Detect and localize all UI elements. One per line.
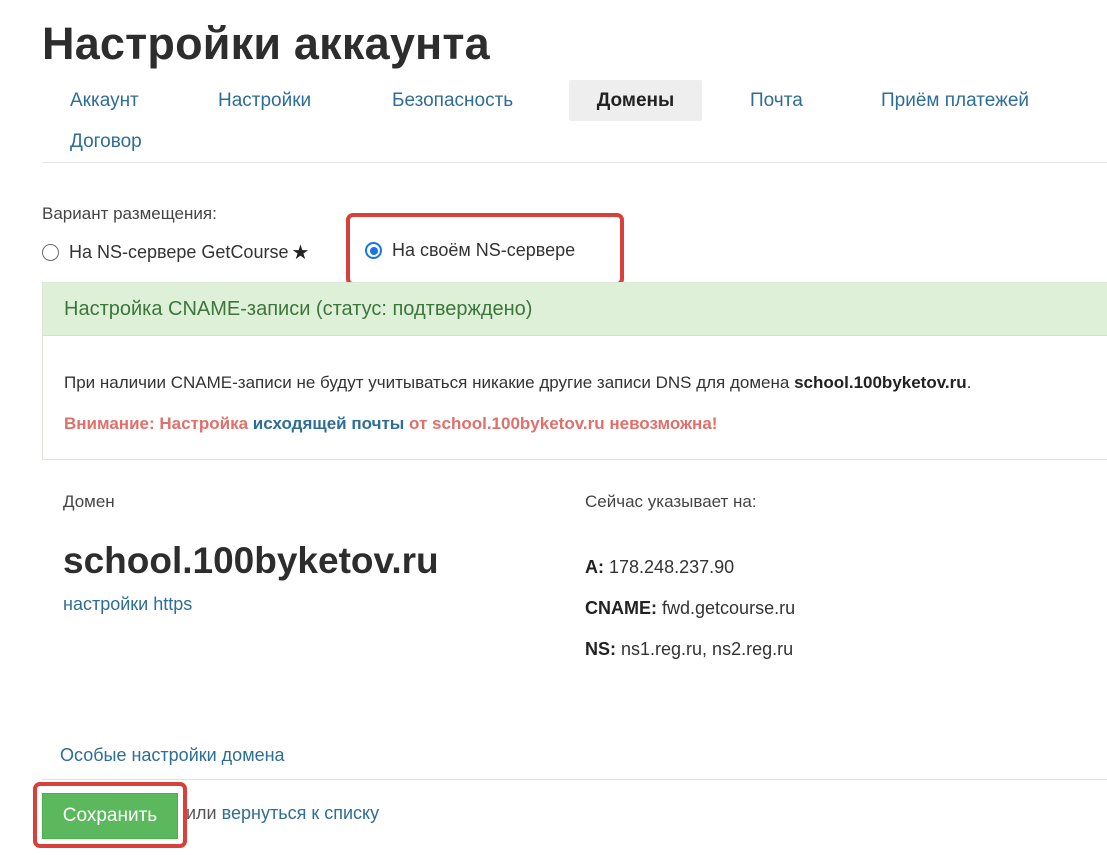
back-to-list-link[interactable]: вернуться к списку [222,803,379,823]
dns-record-value: fwd.getcourse.ru [662,598,796,618]
tab-settings[interactable]: Настройки [190,80,339,121]
footer-divider [42,779,1107,780]
outgoing-mail-link[interactable]: исходящей почты [253,414,405,433]
https-settings-link[interactable]: настройки https [63,594,192,615]
placement-label: Вариант размещения: [42,204,217,223]
dns-record-type: CNAME: [585,598,657,618]
points-to-label: Сейчас указывает на: [585,492,757,511]
tab-security[interactable]: Безопасность [364,80,541,121]
tab-mail[interactable]: Почта [722,80,831,121]
dns-record-cname: CNAME: fwd.getcourse.ru [585,598,795,619]
radio-option-getcourse-ns[interactable]: На NS-сервере GetCourse ★ [42,240,309,265]
radio-getcourse-ns-label: На NS-сервере GetCourse [69,242,289,262]
domain-label: Домен [63,492,115,511]
tab-payments[interactable]: Приём платежей [853,80,1057,121]
tab-domains[interactable]: Домены [569,80,702,121]
cname-info-prefix: При наличии CNAME-записи не будут учитыв… [64,373,790,392]
cname-panel: Настройка CNAME-записи (статус: подтверж… [42,282,1107,460]
star-icon: ★ [291,242,310,264]
tab-contract[interactable]: Договор [42,121,170,162]
domain-name: school.100byketov.ru [63,540,439,581]
radio-getcourse-ns[interactable] [42,244,59,261]
back-row: или вернуться к списку [186,803,379,824]
tab-bar: Аккаунт Настройки Безопасность Домены По… [42,80,1107,163]
cname-info-suffix: . [966,373,972,392]
dns-record-value: ns1.reg.ru, ns2.reg.ru [621,639,794,659]
highlight-box-radio [346,213,624,286]
cname-info-text: При наличии CNAME-записи не будут учитыв… [64,373,971,393]
dns-record-type: NS: [585,639,616,659]
cname-info-domain: school.100byketov.ru [794,373,967,392]
warning-suffix: от school.100byketov.ru невозможна! [409,414,718,433]
warning-prefix: Внимание: Настройка [64,414,249,433]
dns-record-ns: NS: ns1.reg.ru, ns2.reg.ru [585,639,793,660]
dns-record-a: A: 178.248.237.90 [585,557,734,578]
cname-warning: Внимание: Настройка исходящей почты от s… [64,414,717,434]
dns-record-type: A: [585,557,604,577]
page-title: Настройки аккаунта [42,18,490,69]
cname-panel-header: Настройка CNAME-записи (статус: подтверж… [43,283,1107,336]
dns-record-value: 178.248.237.90 [609,557,735,577]
special-domain-settings-link[interactable]: Особые настройки домена [60,745,285,766]
or-text: или [186,803,217,823]
highlight-box-save [33,782,187,848]
tab-account[interactable]: Аккаунт [42,80,167,121]
